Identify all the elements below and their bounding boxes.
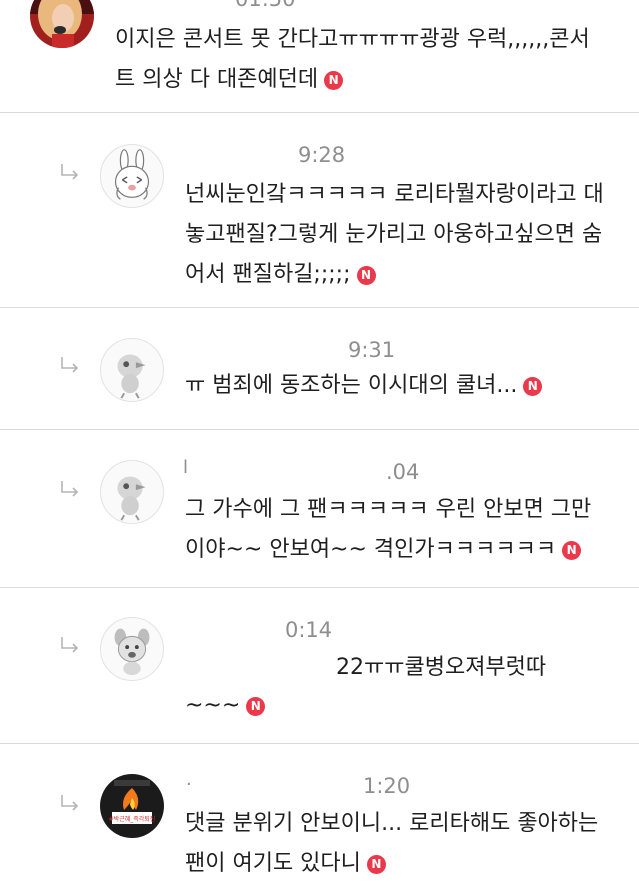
- reply-arrow-icon: [61, 481, 79, 497]
- new-badge-icon: N: [246, 697, 266, 716]
- comment-time: 9:28: [298, 143, 346, 167]
- comment-item: 01:50 이지은 콘서트 못 간다고ㅠㅠㅠㅠ광광 우럭,,,,,,콘서 트 의…: [0, 0, 639, 112]
- comment-item: 0:14 22ㅠㅠ쿨병오져부럿따 ~~~ N: [0, 588, 639, 743]
- comment-time: .04: [386, 460, 420, 484]
- comment-text: 그 가수에 그 팬ㅋㅋㅋㅋㅋ 우린 안보면 그만 이야~~ 안보여~~ 격인가ㅋ…: [185, 497, 592, 562]
- comment-text: 22ㅠㅠ쿨병오져부럿따: [336, 655, 547, 680]
- comment-item: #박근혜_즉각퇴진 . 1:20 댓글 분위기 안보이니... 로리타해도 좋아…: [0, 744, 639, 887]
- comment-time: 9:31: [348, 338, 396, 362]
- dog-character-icon: [114, 628, 150, 676]
- new-badge-icon: N: [366, 855, 386, 874]
- comment-list: 01:50 이지은 콘서트 못 간다고ㅠㅠㅠㅠ광광 우럭,,,,,,콘서 트 의…: [0, 0, 639, 887]
- comment-time: 0:14: [285, 618, 333, 642]
- singer-photo-icon: [30, 0, 94, 48]
- new-badge-icon: N: [324, 71, 344, 90]
- svg-text:#박근혜_즉각퇴진: #박근혜_즉각퇴진: [109, 815, 156, 823]
- comment-text: 댓글 분위기 안보이니... 로리타해도 좋아하는 팬이 여기도 있다니 N: [185, 811, 599, 876]
- comment-item: 9:31 ㅠ 범죄에 동조하는 이시대의 쿨녀... N: [0, 308, 639, 429]
- candle-poster-icon: #박근혜_즉각퇴진: [100, 774, 164, 838]
- comment-username[interactable]: .: [186, 769, 192, 790]
- comment-item: 9:28 넌씨눈인갘ㅋㅋㅋㅋㅋ 로리타뭘자랑이라고 대 놓고팬질?그렇게 눈가리…: [0, 113, 639, 307]
- comment-text: 이지은 콘서트 못 간다고ㅠㅠㅠㅠ광광 우럭,,,,,,콘서 트 의상 다 대존…: [115, 27, 590, 92]
- new-badge-icon: N: [523, 377, 543, 396]
- reply-arrow-icon: [61, 164, 79, 180]
- reply-arrow-icon: [61, 637, 79, 653]
- reply-arrow-icon: [61, 795, 79, 811]
- avatar[interactable]: [100, 144, 164, 208]
- comment-text: ㅠ 범죄에 동조하는 이시대의 쿨녀... N: [185, 366, 625, 406]
- bird-character-icon: [117, 354, 146, 399]
- comment-time: 1:20: [363, 774, 411, 798]
- new-badge-icon: N: [356, 266, 376, 285]
- comment-username[interactable]: l: [183, 457, 188, 478]
- rabbit-character-icon: [114, 149, 150, 200]
- avatar[interactable]: [100, 338, 164, 402]
- avatar[interactable]: [100, 460, 164, 524]
- comment-text-continued: ~~~ N: [185, 686, 485, 726]
- reply-arrow-icon: [61, 357, 79, 373]
- comment-time: 01:50: [235, 0, 296, 11]
- comment-text: 넌씨눈인갘ㅋㅋㅋㅋㅋ 로리타뭘자랑이라고 대 놓고팬질?그렇게 눈가리고 아웅하…: [185, 182, 604, 287]
- comment-item: l .04 그 가수에 그 팬ㅋㅋㅋㅋㅋ 우린 안보면 그만 이야~~ 안보여~…: [0, 430, 639, 587]
- bird-character-icon: [117, 476, 146, 521]
- new-badge-icon: N: [562, 541, 582, 560]
- avatar[interactable]: #박근혜_즉각퇴진: [100, 774, 164, 838]
- avatar[interactable]: [30, 0, 94, 48]
- avatar[interactable]: [100, 617, 164, 681]
